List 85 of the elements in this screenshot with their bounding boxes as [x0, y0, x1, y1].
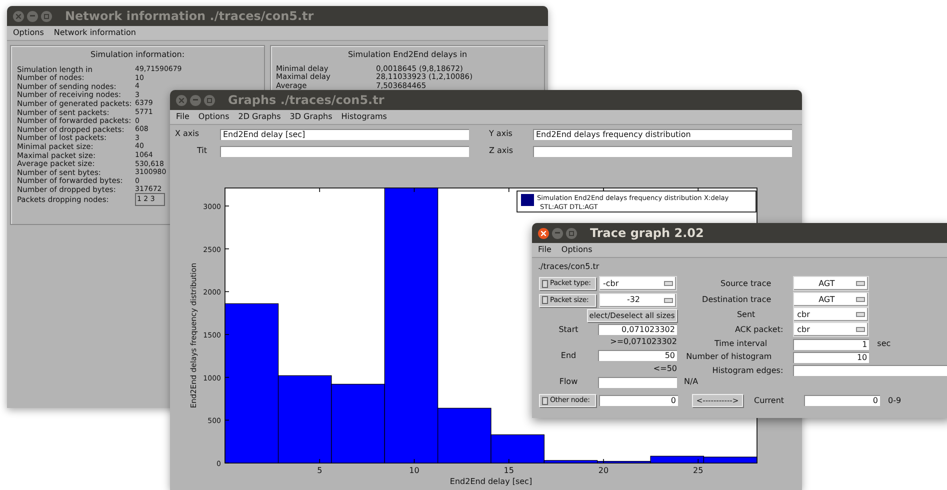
- x-tick-label: 15: [504, 466, 514, 475]
- field-label: Number of histogram: [686, 351, 773, 363]
- dropdown-indicator-icon: [856, 327, 866, 332]
- unit-label: sec: [877, 338, 891, 350]
- dropdown-indicator-icon: [856, 297, 866, 302]
- dropdown-indicator-icon: [664, 298, 673, 302]
- dropdown-field[interactable]: -32: [599, 292, 677, 308]
- menu-item[interactable]: Histograms: [341, 112, 387, 122]
- tick-mark: [508, 458, 510, 464]
- window-title: Trace graph 2.02: [590, 225, 704, 242]
- minimize-icon: [555, 232, 560, 234]
- maximize-button[interactable]: [566, 228, 577, 238]
- x-tick-label: 5: [317, 466, 322, 475]
- field-label: End: [560, 350, 578, 362]
- file-path: ./traces/con5.tr: [537, 261, 600, 272]
- field-label: Flow: [558, 376, 579, 388]
- close-button[interactable]: [538, 228, 549, 238]
- range-label: 0-9: [888, 394, 902, 406]
- x-axis-label: End2End delay [sec]: [450, 477, 532, 486]
- maximize-button[interactable]: [41, 10, 52, 22]
- menu-item[interactable]: File: [538, 245, 552, 255]
- minimize-icon: [193, 99, 198, 101]
- maximize-icon: [44, 14, 49, 18]
- tick-mark: [414, 458, 415, 464]
- maximize-icon: [569, 230, 574, 236]
- close-icon: [541, 230, 546, 236]
- text-field[interactable]: [533, 146, 792, 156]
- text-field[interactable]: [220, 146, 469, 156]
- field-label: X axis: [175, 128, 200, 140]
- text-field[interactable]: 0: [804, 395, 880, 406]
- dropdown-indicator-icon: [856, 312, 866, 317]
- text-field[interactable]: [598, 376, 677, 388]
- x-tick-label: 25: [693, 466, 704, 475]
- dropdown-field[interactable]: AGT: [793, 292, 870, 307]
- menu-item[interactable]: Options: [198, 112, 230, 122]
- menu-item[interactable]: 2D Graphs: [238, 112, 281, 122]
- field-label: Time interval: [714, 338, 768, 350]
- field-label: Start: [558, 324, 580, 336]
- field-label: Sent: [736, 308, 756, 320]
- field-label: Z axis: [489, 145, 514, 157]
- text-field[interactable]: 0,071023302: [598, 324, 677, 335]
- x-tick-label: 20: [598, 466, 609, 475]
- text-field[interactable]: End2End delays frequency distribution: [533, 128, 792, 140]
- start-hint: >=0,071023302: [609, 336, 677, 348]
- tick-mark: [414, 188, 415, 192]
- field-label: Source trace: [719, 278, 772, 290]
- maximize-button[interactable]: [204, 94, 215, 106]
- field-label: Y axis: [489, 128, 514, 140]
- close-icon: [179, 98, 184, 102]
- minimize-button[interactable]: [190, 94, 201, 106]
- dropdown-field[interactable]: -cbr: [599, 276, 677, 291]
- menu-item[interactable]: Options: [13, 28, 44, 38]
- tick-mark: [319, 458, 320, 464]
- menu-item[interactable]: 3D Graphs: [290, 112, 332, 122]
- flow-note: N/A: [684, 376, 698, 388]
- menu-item[interactable]: Options: [561, 245, 592, 255]
- dropdown-indicator-icon: [856, 281, 866, 286]
- window-title: Network information ./traces/con5.tr: [65, 8, 314, 25]
- text-field[interactable]: 10: [793, 352, 870, 362]
- dropdown-field[interactable]: cbr: [793, 307, 870, 322]
- menu-item[interactable]: File: [176, 112, 190, 122]
- maximize-icon: [207, 98, 212, 102]
- close-icon: [16, 14, 21, 18]
- field-label: Histogram edges:: [711, 364, 784, 376]
- minimize-icon: [30, 15, 35, 17]
- minimize-button[interactable]: [27, 10, 38, 22]
- dropdown-field[interactable]: cbr: [793, 322, 870, 337]
- panel-heading: Simulation information:: [89, 49, 186, 61]
- dropdown-indicator-icon: [664, 281, 673, 286]
- field-label: Tit: [196, 145, 208, 157]
- tick-mark: [698, 458, 699, 464]
- field-label: ACK packet:: [734, 324, 784, 336]
- end-hint: <=50: [652, 362, 677, 374]
- dropdown-field[interactable]: AGT: [793, 276, 870, 291]
- field-label: Current: [754, 394, 786, 406]
- text-field[interactable]: 1: [793, 338, 870, 350]
- window-title: Graphs ./traces/con5.tr: [228, 92, 384, 109]
- text-field[interactable]: 0: [599, 395, 678, 406]
- field-label: Destination trace: [701, 294, 772, 306]
- text-field[interactable]: [793, 365, 947, 376]
- x-tick-label: 10: [409, 466, 420, 475]
- panel-heading: Simulation End2End delays in: [346, 49, 468, 61]
- menu-item[interactable]: Network information: [54, 28, 136, 38]
- text-field[interactable]: End2End delay [sec]: [220, 128, 469, 140]
- text-field[interactable]: 50: [598, 350, 677, 361]
